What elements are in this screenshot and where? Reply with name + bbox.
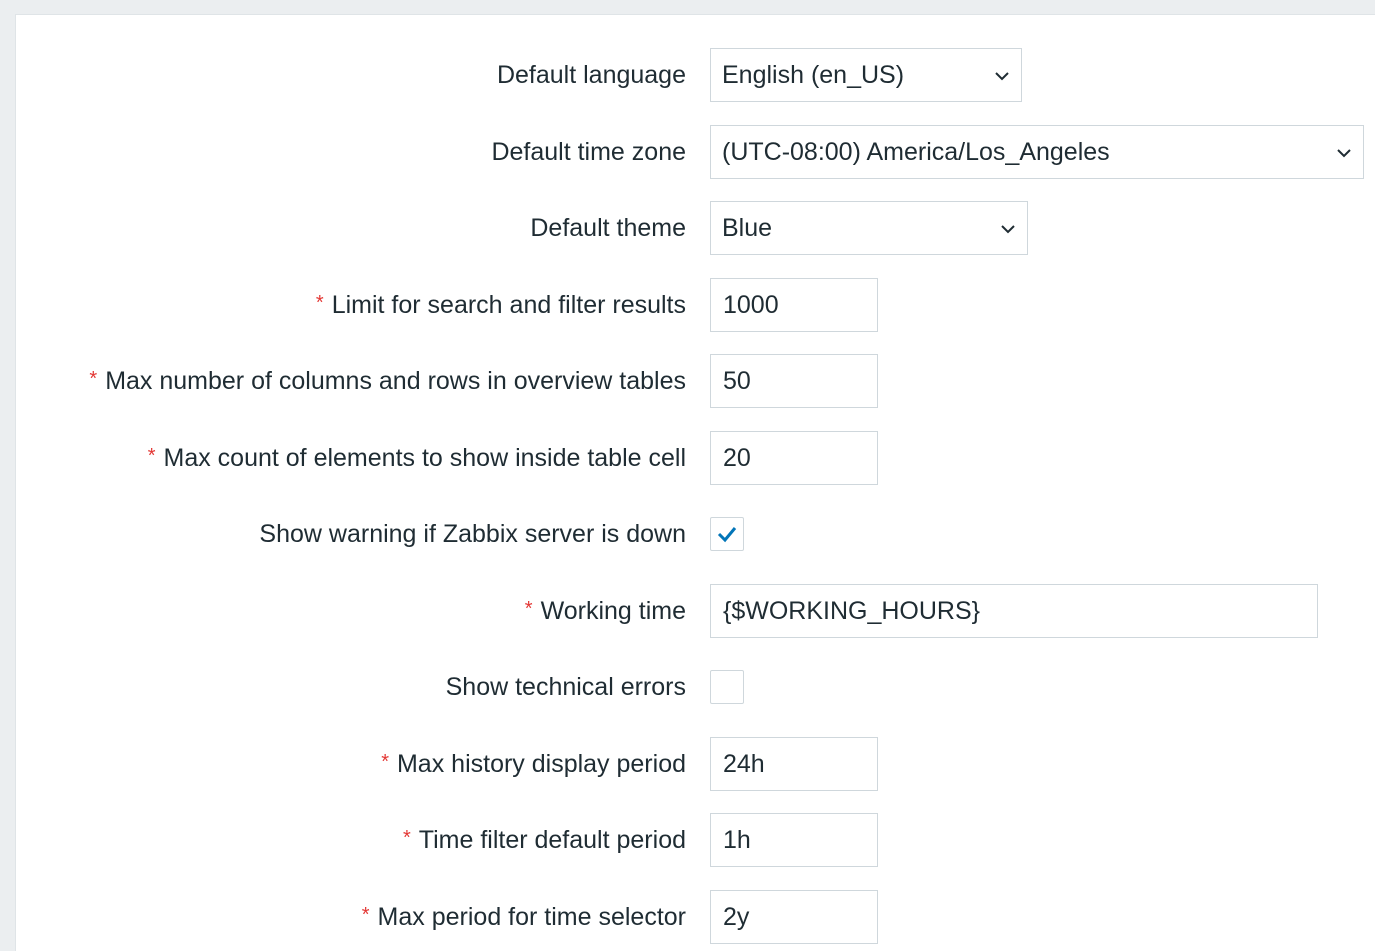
default-theme-value: Blue	[722, 214, 773, 242]
row-default-time-zone: Default time zone (UTC-08:00) America/Lo…	[16, 125, 1375, 179]
row-overview-max: * Max number of columns and rows in overv…	[16, 354, 1375, 408]
working-time-label: * Working time	[524, 597, 686, 625]
row-cell-max-count: * Max count of elements to show inside ta…	[16, 431, 1375, 485]
chevron-down-icon	[1001, 225, 1015, 234]
required-marker: *	[147, 445, 156, 467]
search-limit-label: * Limit for search and filter results	[315, 291, 686, 319]
row-working-time: * Working time {$WORKING_HOURS}	[16, 584, 1375, 638]
default-theme-select[interactable]: Blue	[710, 201, 1028, 255]
gui-settings-form: Default language English (en_US) Default…	[15, 14, 1375, 951]
cell-max-count-value: 20	[723, 444, 751, 472]
row-default-language: Default language English (en_US)	[16, 48, 1375, 102]
time-selector-max-input[interactable]: 2y	[710, 890, 878, 944]
server-down-warning-label: Show warning if Zabbix server is down	[259, 520, 686, 548]
default-theme-label: Default theme	[530, 214, 686, 242]
cell-max-count-input[interactable]: 20	[710, 431, 878, 485]
default-time-zone-value: (UTC-08:00) America/Los_Angeles	[722, 138, 1110, 166]
row-server-down-warning: Show warning if Zabbix server is down	[16, 507, 1375, 561]
time-selector-max-label: * Max period for time selector	[361, 903, 686, 931]
default-language-select[interactable]: English (en_US)	[710, 48, 1022, 102]
default-language-label: Default language	[496, 61, 686, 89]
row-history-period: * Max history display period 24h	[16, 737, 1375, 791]
required-marker: *	[361, 904, 370, 926]
overview-max-value: 50	[723, 367, 751, 395]
required-marker: *	[402, 827, 411, 849]
time-filter-period-input[interactable]: 1h	[710, 813, 878, 867]
default-time-zone-select[interactable]: (UTC-08:00) America/Los_Angeles	[710, 125, 1364, 179]
time-filter-period-label: * Time filter default period	[402, 826, 686, 854]
history-period-value: 24h	[723, 750, 765, 778]
working-time-input[interactable]: {$WORKING_HOURS}	[710, 584, 1318, 638]
required-marker: *	[524, 598, 533, 620]
chevron-down-icon	[1337, 149, 1351, 158]
cell-max-count-label: * Max count of elements to show inside ta…	[147, 444, 686, 472]
time-selector-max-value: 2y	[723, 903, 750, 931]
row-search-limit: * Limit for search and filter results 100…	[16, 278, 1375, 332]
row-time-selector-max: * Max period for time selector 2y	[16, 890, 1375, 944]
default-language-value: English (en_US)	[722, 61, 905, 89]
working-time-value: {$WORKING_HOURS}	[723, 597, 981, 625]
default-time-zone-label: Default time zone	[491, 138, 686, 166]
row-default-theme: Default theme Blue	[16, 201, 1375, 255]
checkmark-icon	[717, 527, 737, 543]
required-marker: *	[381, 751, 389, 773]
search-limit-input[interactable]: 1000	[710, 278, 878, 332]
server-down-warning-checkbox[interactable]	[710, 517, 744, 551]
history-period-label: * Max history display period	[381, 750, 686, 778]
overview-max-label: * Max number of columns and rows in overv…	[89, 367, 686, 395]
row-technical-errors: Show technical errors	[16, 660, 1375, 714]
history-period-input[interactable]: 24h	[710, 737, 878, 791]
row-time-filter-period: * Time filter default period 1h	[16, 813, 1375, 867]
overview-max-input[interactable]: 50	[710, 354, 878, 408]
required-marker: *	[315, 292, 324, 314]
time-filter-period-value: 1h	[723, 826, 751, 854]
technical-errors-checkbox[interactable]	[710, 670, 744, 704]
technical-errors-label: Show technical errors	[445, 673, 686, 701]
chevron-down-icon	[995, 72, 1009, 81]
search-limit-value: 1000	[723, 291, 779, 319]
required-marker: *	[89, 368, 98, 390]
